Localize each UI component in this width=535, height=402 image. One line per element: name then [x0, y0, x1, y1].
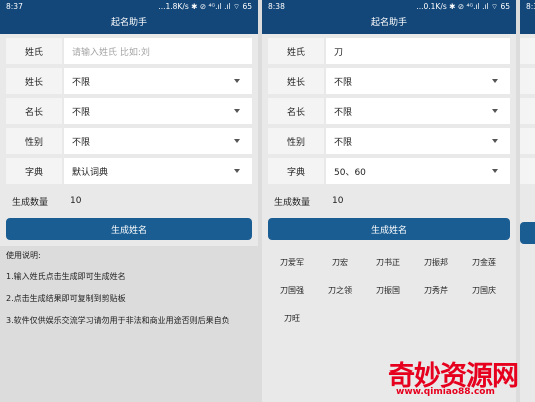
result-name[interactable]: 刀国强 — [268, 276, 316, 304]
result-name[interactable]: 刀振邦 — [412, 248, 460, 276]
surname-length-select[interactable]: 不限 — [326, 68, 510, 94]
result-name[interactable]: 刀宏 — [316, 248, 364, 276]
surname-input[interactable]: 请输入姓氏 比如:刘 — [64, 38, 252, 64]
screenshot-collage: 8:37 ...1.8K/s ✱ ⊘ ⁴ᴳ.ıl .ıl ⌔ 65 起名助手 姓… — [0, 0, 535, 402]
generate-button-partial[interactable] — [520, 222, 535, 244]
generate-button[interactable]: 生成姓名 — [268, 218, 510, 240]
site-watermark: 奇妙资源网 www.qimiao88.com — [388, 352, 535, 402]
surname-length-select[interactable]: 不限 — [64, 68, 252, 94]
count-label: 生成数量 — [12, 197, 49, 208]
dropdown-arrow-icon — [234, 169, 240, 173]
form-row-partial — [520, 158, 535, 184]
dictionary-value: 默认词典 — [72, 167, 109, 178]
dictionary-row: 字典 50、60 — [268, 158, 510, 184]
count-label: 生成数量 — [274, 197, 311, 208]
dropdown-arrow-icon — [492, 169, 498, 173]
surname-label: 姓氏 — [268, 38, 324, 64]
dropdown-arrow-icon — [492, 109, 498, 113]
count-row: 生成数量 10 — [268, 188, 510, 214]
count-row: 生成数量 10 — [6, 188, 252, 214]
usage-instructions: 使用说明: 1.输入姓氏点击生成即可生成姓名 2.点击生成结果即可复制到剪贴板 … — [0, 246, 258, 402]
form-row-partial — [520, 38, 535, 64]
given-length-label: 名长 — [6, 98, 62, 124]
dropdown-arrow-icon — [234, 109, 240, 113]
name-form: 姓氏 刀 姓长 不限 名长 不限 性别 不限 字典 50、60 生成数量 10 — [262, 34, 516, 214]
status-bar: 8:37 ...1.8K/s ✱ ⊘ ⁴ᴳ.ıl .ıl ⌔ 65 — [0, 0, 258, 14]
surname-length-label: 姓长 — [6, 68, 62, 94]
dropdown-arrow-icon — [492, 79, 498, 83]
gender-row: 性别 不限 — [6, 128, 252, 154]
form-row-partial — [520, 98, 535, 124]
surname-row: 姓氏 刀 — [268, 38, 510, 64]
given-length-value: 不限 — [72, 107, 91, 118]
result-name[interactable]: 刀振国 — [364, 276, 412, 304]
surname-row: 姓氏 请输入姓氏 比如:刘 — [6, 38, 252, 64]
surname-length-value: 不限 — [334, 77, 353, 88]
status-indicators: ...0.1K/s ✱ ⊘ ⁴ᴳ.ıl .ıl ⌔ 65 — [416, 2, 510, 11]
dropdown-arrow-icon — [492, 139, 498, 143]
dictionary-select[interactable]: 默认词典 — [64, 158, 252, 184]
status-time: 8:37 — [6, 2, 23, 11]
surname-input[interactable]: 刀 — [326, 38, 510, 64]
result-name[interactable]: 刀爱军 — [268, 248, 316, 276]
gender-label: 性别 — [268, 128, 324, 154]
status-bar: 8:38 ...0.1K/s ✱ ⊘ ⁴ᴳ.ıl .ıl ⌔ 65 — [262, 0, 516, 14]
dropdown-arrow-icon — [234, 79, 240, 83]
given-length-select[interactable]: 不限 — [326, 98, 510, 124]
app-screen-empty: 8:37 ...1.8K/s ✱ ⊘ ⁴ᴳ.ıl .ıl ⌔ 65 起名助手 姓… — [0, 0, 258, 402]
app-screen-partial: 8:38 — [520, 0, 535, 402]
count-input[interactable]: 10 — [66, 188, 252, 214]
result-name[interactable]: 刀书正 — [364, 248, 412, 276]
app-title-bar — [520, 14, 535, 34]
dictionary-value: 50、60 — [334, 167, 366, 178]
given-length-row: 名长 不限 — [6, 98, 252, 124]
result-name[interactable]: 刀旺 — [268, 304, 316, 332]
given-length-select[interactable]: 不限 — [64, 98, 252, 124]
surname-placeholder: 请输入姓氏 比如:刘 — [72, 47, 150, 58]
surname-length-row: 姓长 不限 — [6, 68, 252, 94]
result-name[interactable]: 刀秀芹 — [412, 276, 460, 304]
gender-select[interactable]: 不限 — [64, 128, 252, 154]
generate-button[interactable]: 生成姓名 — [6, 218, 252, 240]
surname-length-label: 姓长 — [268, 68, 324, 94]
gender-label: 性别 — [6, 128, 62, 154]
dictionary-select[interactable]: 50、60 — [326, 158, 510, 184]
result-name[interactable]: 刀金莲 — [460, 248, 508, 276]
results-grid: 刀爱军 刀宏 刀书正 刀振邦 刀金莲 刀国强 刀之领 刀振国 刀秀芹 刀国庆 刀… — [262, 240, 516, 340]
surname-length-row: 姓长 不限 — [268, 68, 510, 94]
name-form: 姓氏 请输入姓氏 比如:刘 姓长 不限 名长 不限 性别 不限 字典 默认词典 … — [0, 34, 258, 214]
dictionary-label: 字典 — [6, 158, 62, 184]
gender-select[interactable]: 不限 — [326, 128, 510, 154]
gender-value: 不限 — [72, 137, 91, 148]
usage-heading: 使用说明: — [6, 251, 41, 260]
watermark-url: www.qimiao88.com — [396, 387, 495, 397]
app-title: 起名助手 — [262, 14, 516, 34]
status-indicators: ...1.8K/s ✱ ⊘ ⁴ᴳ.ıl .ıl ⌔ 65 — [158, 2, 252, 11]
surname-label: 姓氏 — [6, 38, 62, 64]
given-length-label: 名长 — [268, 98, 324, 124]
app-title: 起名助手 — [0, 14, 258, 34]
usage-item: 2.点击生成结果即可复制到剪贴板 — [6, 294, 126, 303]
dictionary-label: 字典 — [268, 158, 324, 184]
form-row-partial — [520, 128, 535, 154]
result-name[interactable]: 刀国庆 — [460, 276, 508, 304]
surname-length-value: 不限 — [72, 77, 91, 88]
dropdown-arrow-icon — [234, 139, 240, 143]
given-length-row: 名长 不限 — [268, 98, 510, 124]
count-input[interactable]: 10 — [328, 188, 510, 214]
usage-item: 3.软件仅供娱乐交流学习请勿用于非法和商业用途否则后果自负 — [6, 316, 230, 325]
given-length-value: 不限 — [334, 107, 353, 118]
status-time: 8:38 — [268, 2, 285, 11]
result-name[interactable]: 刀之领 — [316, 276, 364, 304]
gender-row: 性别 不限 — [268, 128, 510, 154]
status-bar: 8:38 — [520, 0, 535, 14]
dictionary-row: 字典 默认词典 — [6, 158, 252, 184]
app-screen-results: 8:38 ...0.1K/s ✱ ⊘ ⁴ᴳ.ıl .ıl ⌔ 65 起名助手 姓… — [262, 0, 516, 402]
form-row-partial — [520, 68, 535, 94]
usage-item: 1.输入姓氏点击生成即可生成姓名 — [6, 272, 126, 281]
status-time: 8:38 — [526, 2, 535, 11]
gender-value: 不限 — [334, 137, 353, 148]
